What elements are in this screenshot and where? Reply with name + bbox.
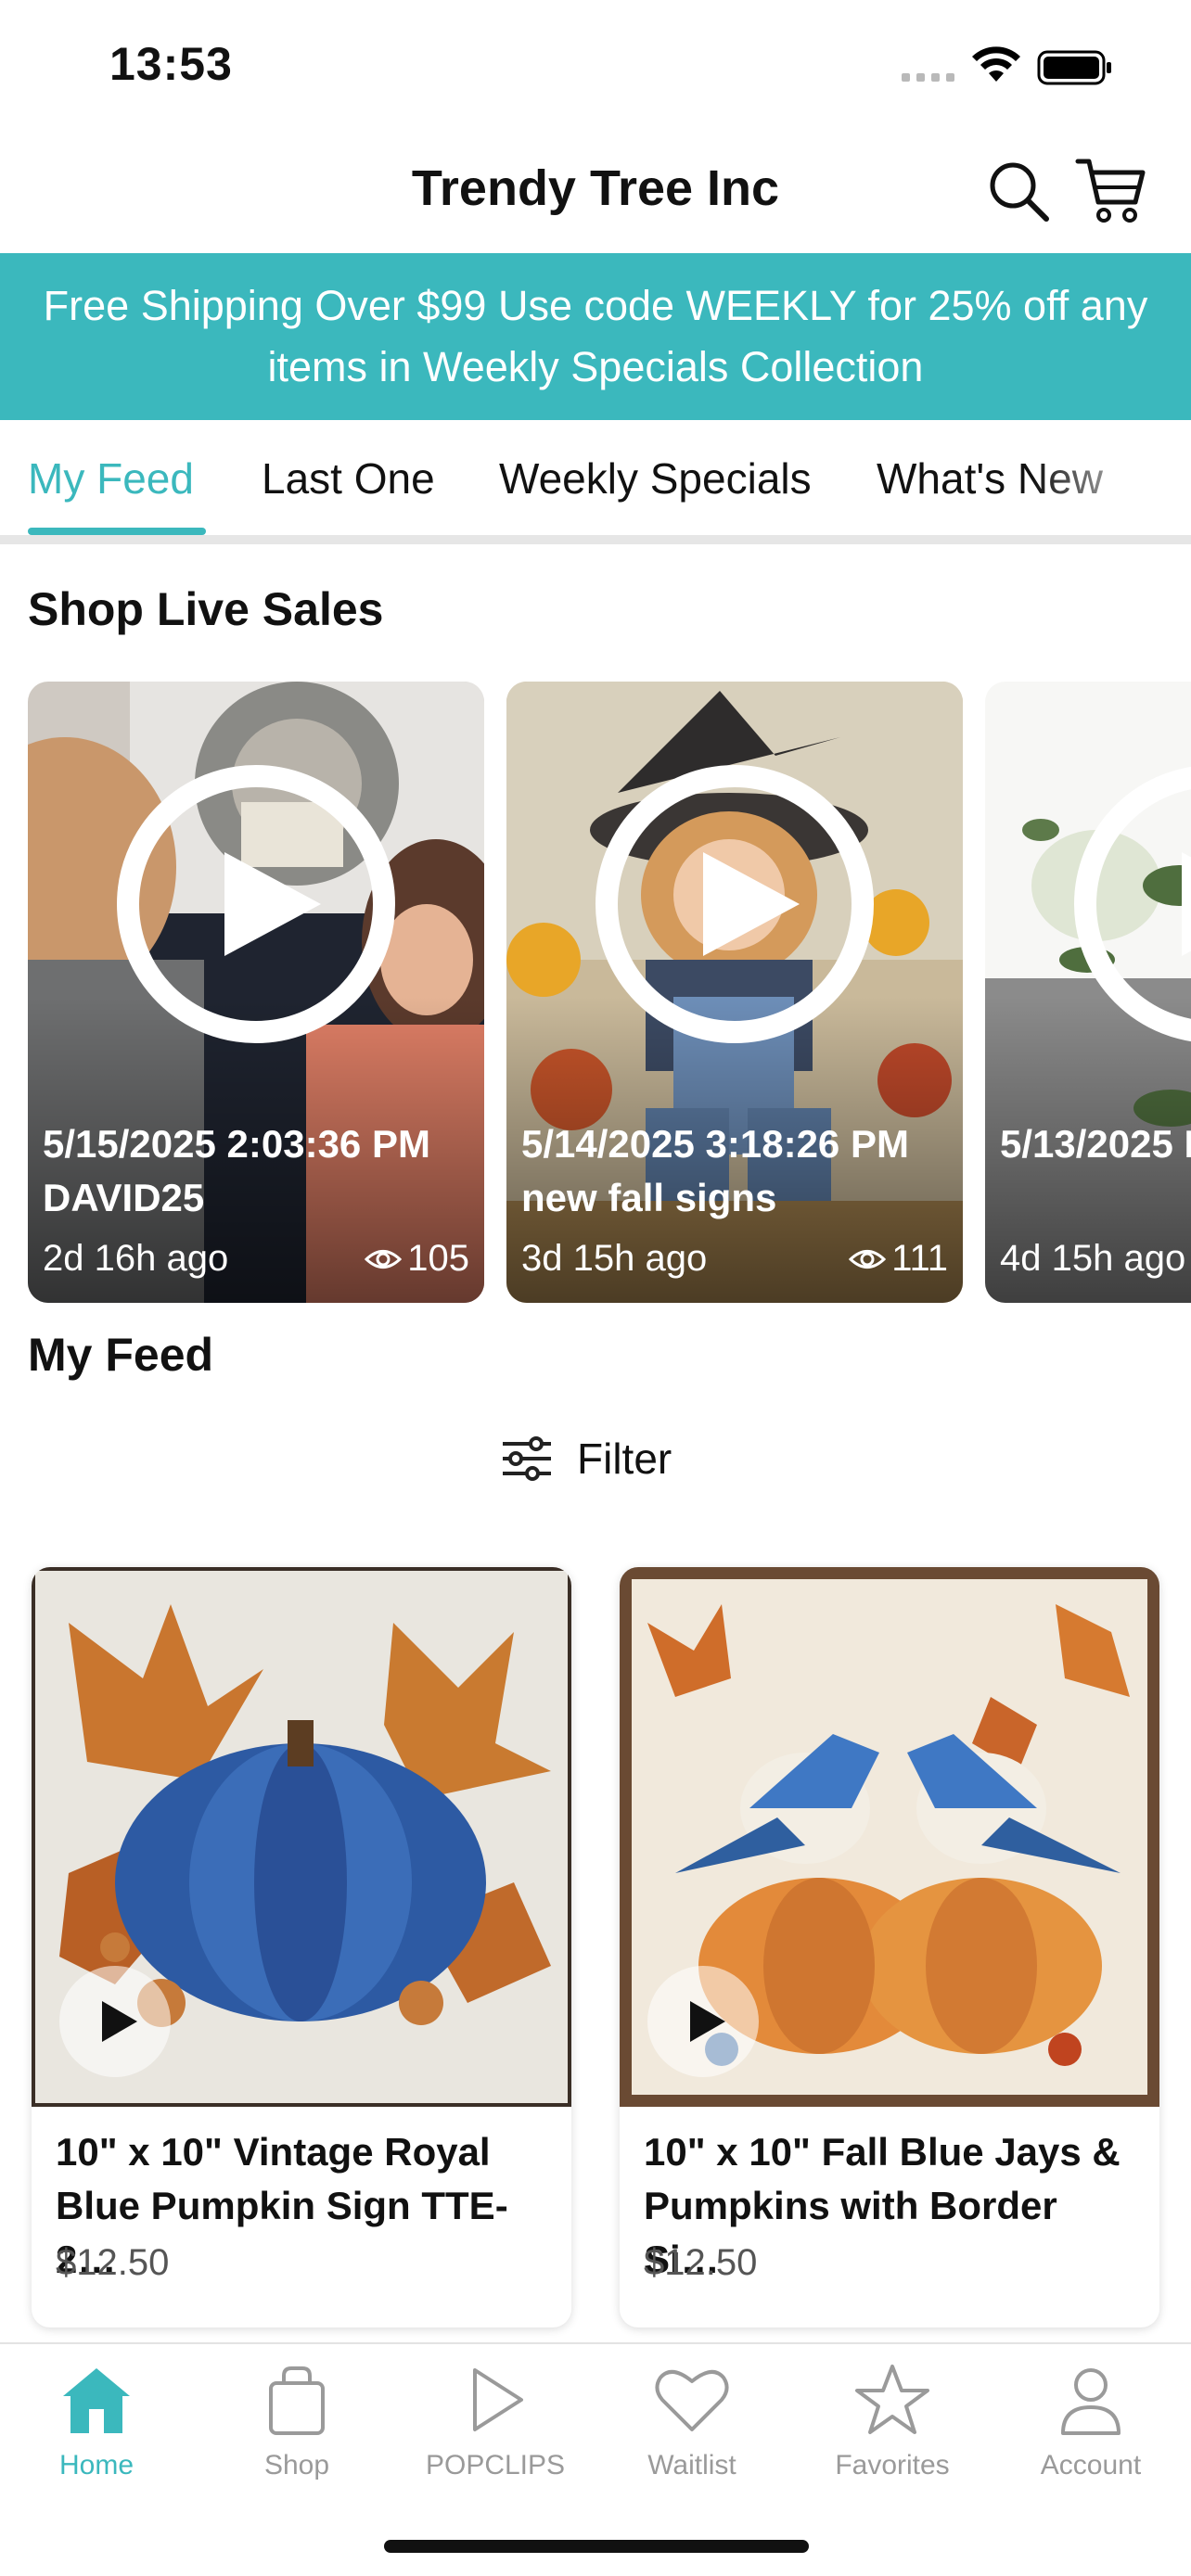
- app-header: Trendy Tree Inc: [0, 130, 1191, 253]
- cellular-signal-icon: [902, 73, 954, 82]
- product-price: $12.50: [644, 2242, 758, 2283]
- wifi-icon: [972, 46, 1020, 82]
- play-icon: [102, 2001, 137, 2042]
- tab-last-one[interactable]: Last One: [262, 453, 435, 504]
- bag-icon: [269, 2366, 325, 2435]
- nav-label: Waitlist: [647, 2450, 736, 2480]
- live-sale-time-ago: 3d 15h ago: [521, 1238, 708, 1279]
- filter-button[interactable]: Filter: [501, 1426, 672, 1491]
- status-bar: 13:53: [0, 0, 1191, 130]
- eye-icon: [365, 1249, 403, 1269]
- nav-label: Favorites: [835, 2450, 950, 2480]
- live-sale-views: 105: [365, 1238, 469, 1280]
- sliders-icon: [503, 1436, 551, 1481]
- home-icon: [63, 2368, 130, 2433]
- nav-label: POPCLIPS: [425, 2450, 566, 2480]
- video-play-button[interactable]: [59, 1966, 171, 2077]
- live-sale-view-count: 111: [891, 1238, 948, 1279]
- eye-icon: [849, 1249, 887, 1269]
- play-icon: [224, 852, 321, 956]
- promo-line-2: items in Weekly Specials Collection: [267, 343, 924, 390]
- battery-icon: [1037, 50, 1111, 85]
- product-price: $12.50: [56, 2242, 170, 2283]
- nav-label: Home: [58, 2450, 134, 2480]
- star-icon: [855, 2365, 929, 2434]
- live-sale-card[interactable]: 5/15/2025 2:03:36 PM DAVID25 2d 16h ago …: [28, 682, 484, 1303]
- play-icon: [690, 2001, 725, 2042]
- heart-icon: [655, 2370, 729, 2431]
- product-card[interactable]: 10" x 10" Fall Blue Jays & Pumpkins with…: [620, 1567, 1159, 2327]
- nav-waitlist[interactable]: Waitlist: [608, 2363, 775, 2481]
- live-sale-card[interactable]: 5/14/2025 3:18:26 PM new fall signs 3d 1…: [506, 682, 963, 1303]
- nav-popclips[interactable]: POPCLIPS: [412, 2363, 579, 2481]
- promo-line-1: Free Shipping Over $99 Use code WEEKLY f…: [43, 282, 1148, 329]
- cart-icon[interactable]: [1074, 154, 1148, 224]
- promo-banner[interactable]: Free Shipping Over $99 Use code WEEKLY f…: [0, 253, 1191, 420]
- live-sale-title: 5/15/2025 2:03:36 PM DAVID25: [43, 1122, 430, 1219]
- live-sale-title: 5/14/2025 3:18:26 PM new fall signs: [521, 1122, 909, 1219]
- filter-label: Filter: [577, 1435, 672, 1483]
- feed-heading: My Feed: [28, 1329, 214, 1381]
- nav-label: Account: [1040, 2450, 1142, 2480]
- tab-bar: My Feed Last One Weekly Specials What's …: [0, 420, 1191, 544]
- live-sale-views: 111: [849, 1238, 948, 1280]
- person-icon: [1061, 2368, 1121, 2435]
- tab-active-indicator: [28, 528, 206, 535]
- live-sale-time-ago: 4d 15h ago: [1000, 1238, 1186, 1279]
- live-sale-title: 5/13/2025 PM weekly: [1000, 1122, 1191, 1166]
- tab-weekly-specials[interactable]: Weekly Specials: [499, 453, 812, 504]
- video-play-button[interactable]: [647, 1966, 759, 2077]
- live-sale-time-ago: 2d 16h ago: [43, 1238, 229, 1279]
- nav-account[interactable]: Account: [1007, 2363, 1174, 2481]
- nav-label: Shop: [263, 2450, 330, 2480]
- live-sale-card[interactable]: 5/13/2025 PM weekly 4d 15h ago: [985, 682, 1191, 1303]
- search-icon[interactable]: [985, 158, 1052, 224]
- status-time: 13:53: [109, 38, 233, 90]
- live-sale-view-count: 105: [407, 1238, 469, 1279]
- tab-fade: [1033, 420, 1191, 535]
- nav-home[interactable]: Home: [13, 2363, 180, 2481]
- product-card[interactable]: 10" x 10" Vintage Royal Blue Pumpkin Sig…: [32, 1567, 571, 2327]
- play-icon: [473, 2368, 523, 2431]
- nav-favorites[interactable]: Favorites: [809, 2363, 976, 2481]
- home-indicator: [384, 2540, 809, 2553]
- live-sales-heading: Shop Live Sales: [28, 583, 384, 635]
- nav-shop[interactable]: Shop: [213, 2363, 380, 2481]
- tab-my-feed[interactable]: My Feed: [28, 453, 194, 504]
- play-icon: [1182, 852, 1191, 956]
- live-sales-carousel[interactable]: 5/15/2025 2:03:36 PM DAVID25 2d 16h ago …: [28, 682, 1191, 1303]
- play-icon: [703, 852, 800, 956]
